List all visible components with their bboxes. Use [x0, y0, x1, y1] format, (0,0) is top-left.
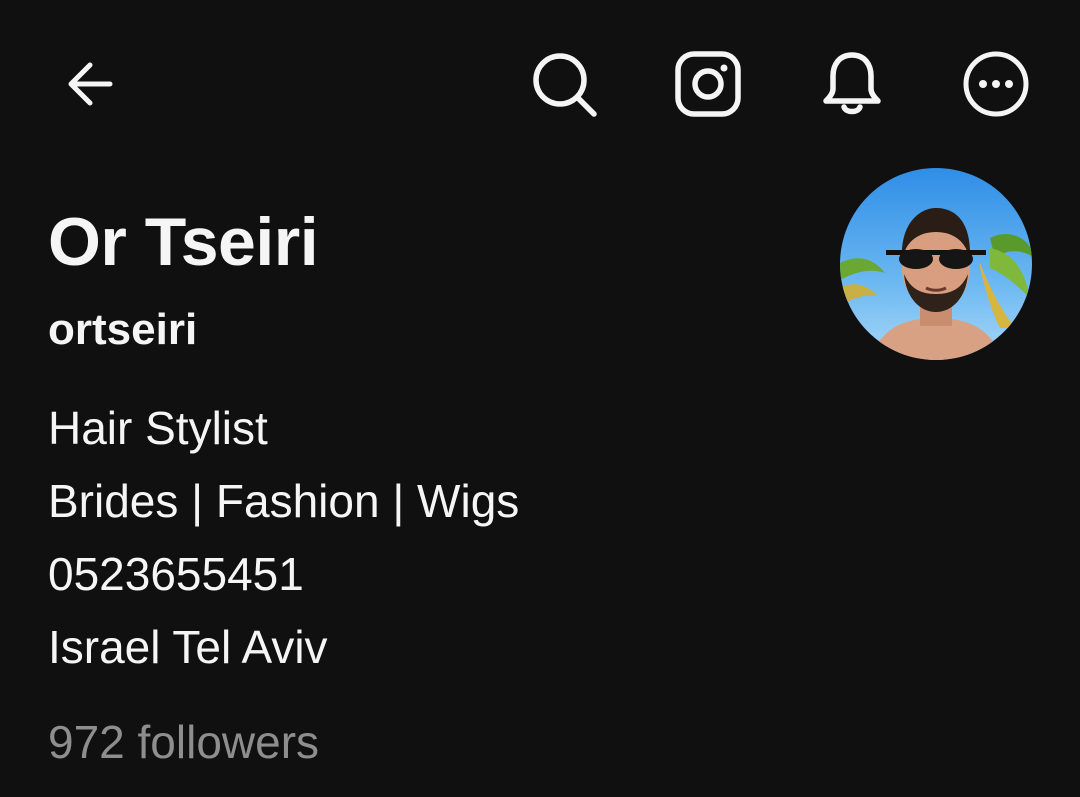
profile-username[interactable]: ortseiri: [48, 300, 197, 360]
arrow-left-icon: [68, 62, 113, 106]
bell-icon: [823, 52, 881, 115]
instagram-button[interactable]: [666, 42, 750, 126]
profile-page: Or Tseiri ortseiri Hair Stylist Brides |…: [0, 0, 1080, 797]
bio-line: 0523655451: [48, 548, 304, 600]
profile-display-name: Or Tseiri: [48, 204, 319, 280]
followers-count[interactable]: 972 followers: [48, 710, 319, 774]
notifications-button[interactable]: [810, 42, 894, 126]
bio-line: Brides | Fashion | Wigs: [48, 475, 520, 527]
bio-line: Israel Tel Aviv: [48, 621, 328, 673]
avatar[interactable]: [840, 168, 1032, 360]
profile-bio: Hair Stylist Brides | Fashion | Wigs 052…: [48, 392, 519, 684]
more-options-button[interactable]: [954, 42, 1038, 126]
instagram-icon: [675, 51, 741, 117]
more-horizontal-circle-icon: [963, 51, 1029, 117]
back-button[interactable]: [48, 42, 132, 126]
bio-line: Hair Stylist: [48, 402, 268, 454]
search-icon: [533, 53, 597, 117]
search-button[interactable]: [522, 42, 606, 126]
avatar-image: [840, 168, 1032, 360]
